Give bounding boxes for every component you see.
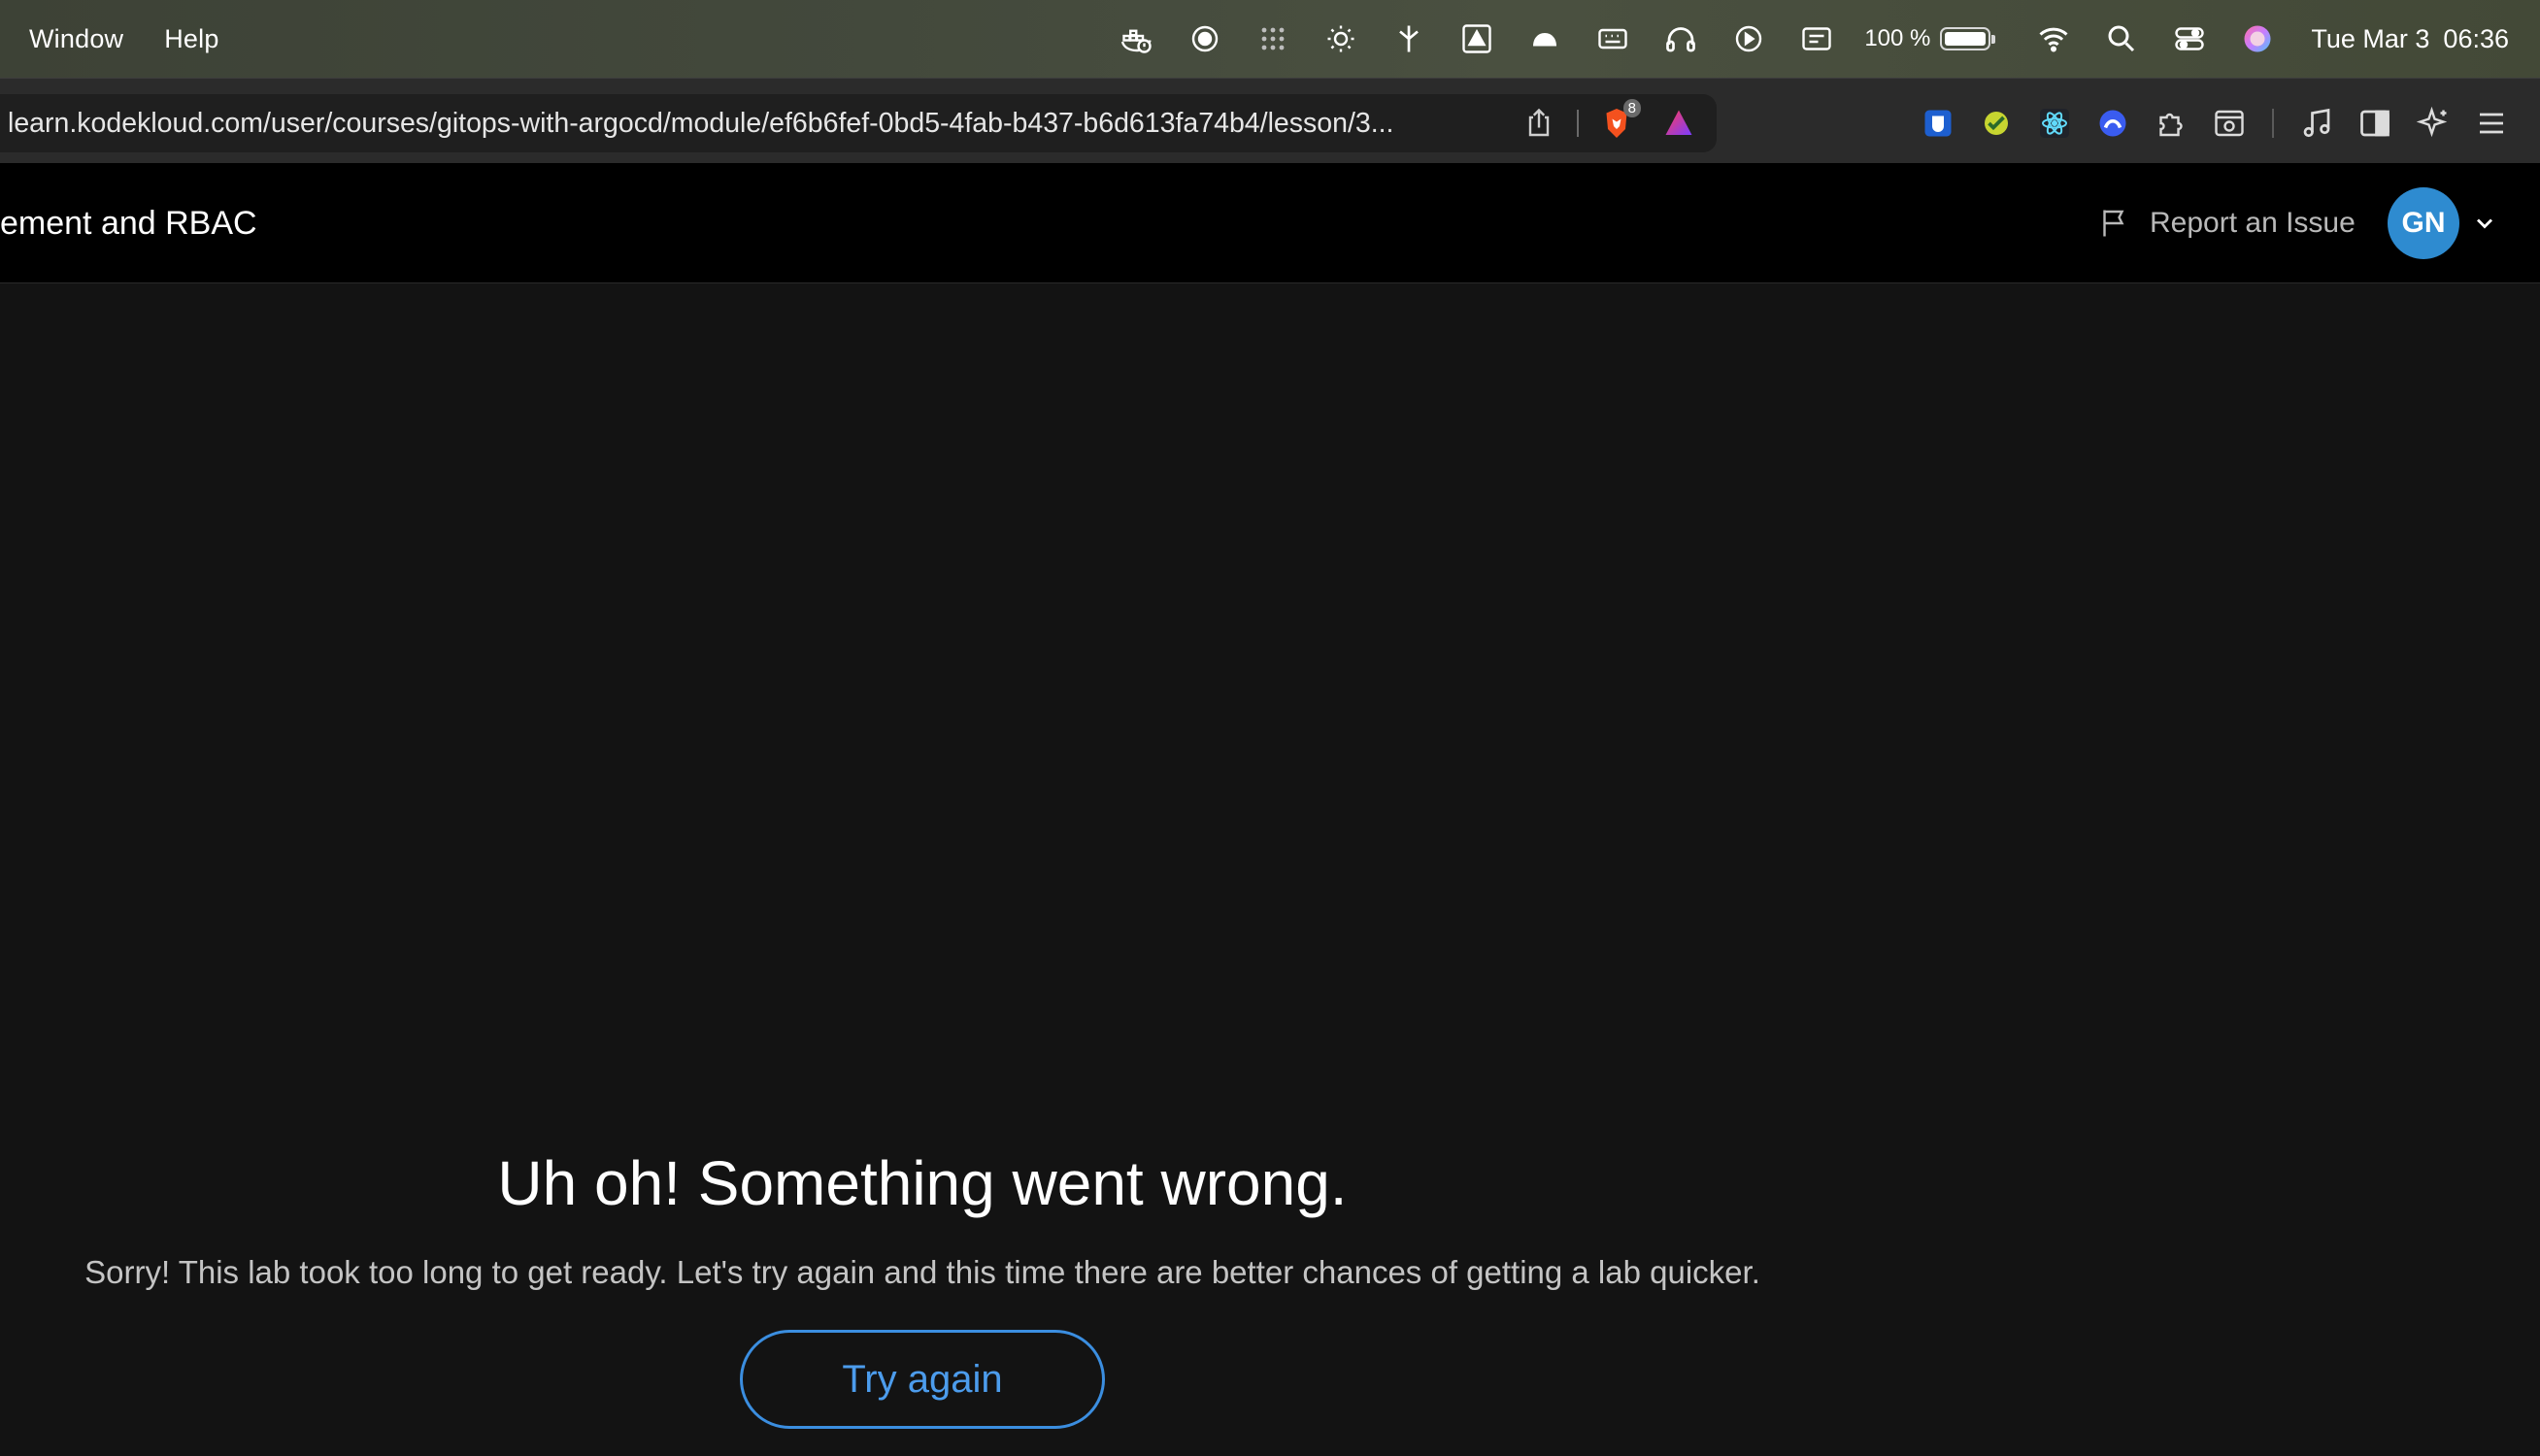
brave-rewards-icon[interactable] [1658,103,1699,144]
lesson-title: ement and RBAC [0,204,257,242]
chevron-down-icon[interactable] [2471,210,2498,237]
brave-shields-icon[interactable]: 8 [1596,99,1641,144]
share-icon[interactable] [1519,103,1559,144]
leo-ai-icon[interactable] [2413,103,2454,144]
macos-menu-bar: Window Help 100 % Tue Mar 3 06:36 [0,0,2540,78]
extensions-bar [1909,94,2521,152]
bitwarden-icon[interactable] [1918,103,1958,144]
cursor-split-icon[interactable] [1389,19,1428,58]
brightness-icon[interactable] [1321,19,1360,58]
screen-record-icon[interactable] [1186,19,1224,58]
divider [1577,110,1579,137]
app-header: ement and RBAC Report an Issue GN [0,163,2540,283]
user-avatar[interactable]: GN [2388,187,2459,259]
react-devtools-icon[interactable] [2034,103,2075,144]
control-center-icon[interactable] [2170,19,2209,58]
spotlight-search-icon[interactable] [2102,19,2141,58]
report-issue-button[interactable]: Report an Issue [2097,163,2356,283]
keyboard-icon[interactable] [1593,19,1632,58]
error-message: Sorry! This lab took too long to get rea… [84,1254,1760,1290]
battery-icon[interactable] [1940,27,1996,50]
arc-extension-icon[interactable] [2092,103,2133,144]
error-title: Uh oh! Something went wrong. [497,1148,1348,1218]
wifi-icon[interactable] [2034,19,2073,58]
battery-percent: 100 % [1864,25,1931,51]
cloud-icon[interactable] [1525,19,1564,58]
address-bar-actions: 8 [1519,94,1699,152]
music-icon[interactable] [2296,103,2337,144]
shields-count-badge: 8 [1622,99,1641,117]
clock-time: 06:36 [2443,23,2509,53]
play-icon[interactable] [1729,19,1768,58]
battery-fill [1945,32,1987,46]
divider [2272,109,2274,138]
address-bar[interactable]: learn.kodekloud.com/user/courses/gitops-… [0,94,1717,152]
try-again-button[interactable]: Try again [740,1330,1105,1429]
menu-window[interactable]: Window [29,24,123,54]
qa-extension-icon[interactable] [1976,103,2017,144]
menu-help[interactable]: Help [164,24,218,54]
docker-icon[interactable] [1118,19,1156,58]
browser-toolbar: learn.kodekloud.com/user/courses/gitops-… [0,78,2540,163]
report-issue-label: Report an Issue [2150,207,2356,239]
clock-date: Tue Mar 3 [2311,23,2430,53]
grid-dots-icon[interactable] [1253,19,1292,58]
status-items: 100 % Tue Mar 3 06:36 [1103,0,2509,78]
google-drive-icon[interactable] [1457,19,1496,58]
menu-icon[interactable] [2471,103,2512,144]
menu-bar-clock[interactable]: Tue Mar 3 06:36 [2311,24,2509,54]
reader-icon[interactable] [2209,103,2250,144]
sidebar-icon[interactable] [2355,103,2395,144]
lab-content-area: Uh oh! Something went wrong. Sorry! This… [0,283,2540,1456]
url-text[interactable]: learn.kodekloud.com/user/courses/gitops-… [8,108,1503,140]
flag-icon [2103,210,2124,237]
caption-icon[interactable] [1797,19,1836,58]
siri-icon[interactable] [2238,19,2277,58]
extensions-puzzle-icon[interactable] [2151,103,2191,144]
headphones-icon[interactable] [1661,19,1700,58]
